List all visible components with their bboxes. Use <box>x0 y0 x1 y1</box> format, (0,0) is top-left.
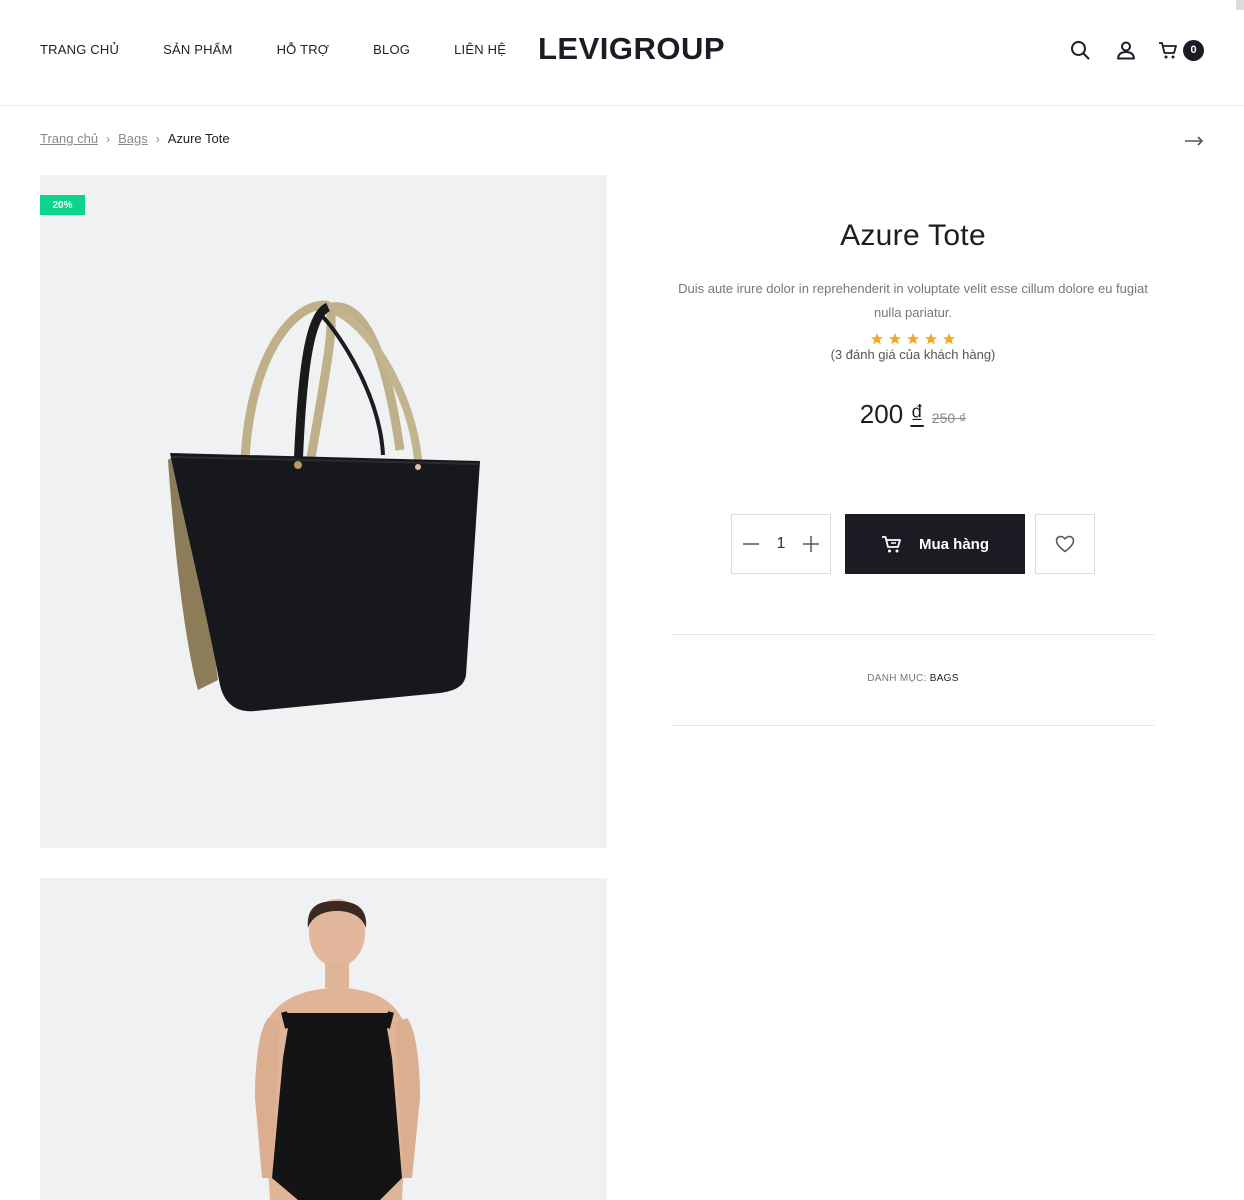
nav-item-support[interactable]: HỖ TRỢ <box>277 42 330 58</box>
site-logo[interactable]: LEVIGROUP <box>538 31 725 67</box>
main-nav: TRANG CHỦ SẢN PHẨM HỖ TRỢ BLOG LIÊN HỆ <box>40 42 550 58</box>
site-header: TRANG CHỦ SẢN PHẨM HỖ TRỢ BLOG LIÊN HỆ L… <box>0 0 1244 106</box>
breadcrumb: Trang chủ › Bags › Azure Tote <box>40 131 230 146</box>
star-icon <box>870 333 884 345</box>
nav-item-blog[interactable]: BLOG <box>373 42 410 58</box>
sale-badge: 20% <box>40 195 85 215</box>
search-icon[interactable] <box>1068 38 1092 62</box>
cart-button[interactable]: 0 <box>1156 38 1204 62</box>
rating-stars <box>672 333 1154 345</box>
product-image-model[interactable] <box>40 878 607 1200</box>
breadcrumb-current: Azure Tote <box>167 131 230 146</box>
nav-item-products[interactable]: SẢN PHẨM <box>163 42 233 58</box>
current-price-amount: 200 <box>859 399 904 429</box>
product-description: Duis aute irure dolor in reprehenderit i… <box>678 281 1148 320</box>
nav-item-home[interactable]: TRANG CHỦ <box>40 42 119 58</box>
chevron-right-icon: › <box>106 131 111 146</box>
cart-icon[interactable] <box>1156 38 1180 62</box>
star-icon <box>924 333 938 345</box>
breadcrumb-category[interactable]: Bags <box>118 131 148 146</box>
quantity-input[interactable] <box>766 535 796 553</box>
add-to-cart-row: Mua hàng <box>731 514 1095 574</box>
product-meta: DANH MỤC: BAGS <box>672 673 1154 684</box>
model-image <box>255 899 420 1200</box>
user-icon[interactable] <box>1114 38 1138 62</box>
add-to-cart-label: Mua hàng <box>919 535 989 553</box>
quantity-stepper <box>731 514 831 574</box>
divider <box>672 725 1154 726</box>
star-icon <box>942 333 956 345</box>
reviews-link[interactable]: (3 đánh giá của khách hàng) <box>672 347 1154 363</box>
currency-symbol: ₫ <box>910 399 924 429</box>
minus-icon[interactable] <box>740 533 762 555</box>
category-label: DANH MỤC: <box>867 673 927 684</box>
star-icon <box>906 333 920 345</box>
nav-item-contact[interactable]: LIÊN HỆ <box>454 42 506 58</box>
old-price: 250 ₫ <box>931 410 967 426</box>
category-link[interactable]: BAGS <box>930 673 959 684</box>
heart-icon <box>1055 535 1075 553</box>
breadcrumb-home[interactable]: Trang chủ <box>40 131 98 146</box>
add-to-cart-button[interactable]: Mua hàng <box>845 514 1025 574</box>
cart-icon <box>881 534 903 554</box>
wishlist-button[interactable] <box>1035 514 1095 574</box>
product-title: Azure Tote <box>840 219 986 252</box>
star-icon <box>888 333 902 345</box>
chevron-right-icon: › <box>155 131 160 146</box>
price-block: 200 ₫ 250 ₫ <box>672 399 1154 430</box>
product-image-main[interactable]: 20% <box>40 175 607 848</box>
divider <box>672 634 1154 635</box>
plus-icon[interactable] <box>800 533 822 555</box>
cart-count-badge: 0 <box>1183 39 1204 61</box>
scrollbar-thumb[interactable] <box>1236 0 1244 10</box>
tote-bag-image <box>168 300 480 712</box>
next-product-arrow-icon[interactable] <box>1184 134 1204 148</box>
header-actions: 0 <box>1046 38 1204 62</box>
product-summary: Azure Tote Duis aute irure dolor in repr… <box>672 215 1154 430</box>
current-price: 200 ₫ <box>860 399 924 430</box>
